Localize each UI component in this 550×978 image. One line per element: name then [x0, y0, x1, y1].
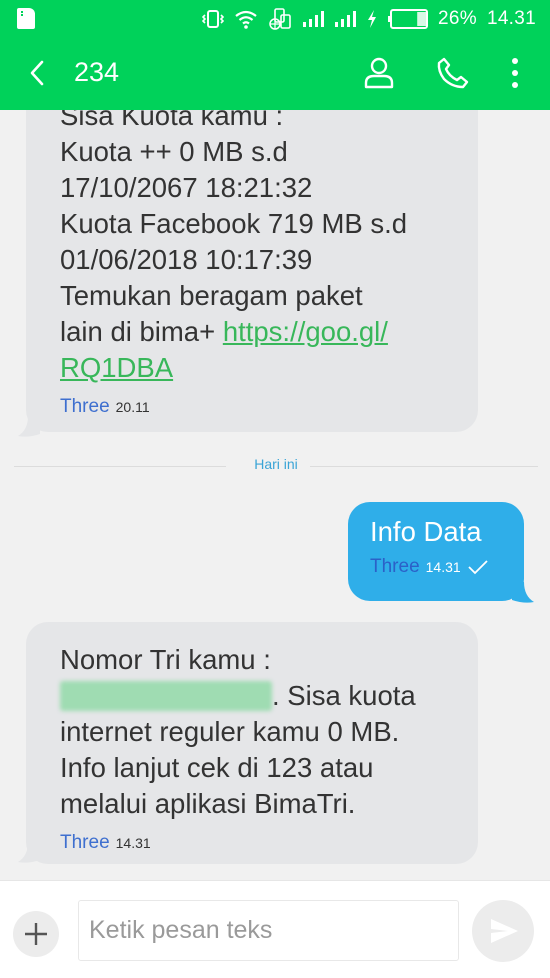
message-composer [0, 880, 550, 978]
message-input[interactable] [78, 900, 459, 961]
status-icons: 26% 14.31 [202, 5, 536, 33]
message-time: 14.31 [425, 559, 461, 575]
send-button[interactable] [472, 900, 534, 962]
app-header: 26% 14.31 234 [0, 0, 550, 110]
conversation-title: 234 [74, 57, 120, 87]
more-options-button[interactable] [505, 56, 525, 90]
message-list[interactable]: Sisa Kuota kamu : Kuota ++ 0 MB s.d 17/1… [0, 110, 550, 880]
divider-line [310, 466, 538, 467]
add-attachment-button[interactable] [13, 911, 59, 957]
vibrate-icon [202, 10, 225, 28]
message-text: Nomor Tri kamu : . Sisa kuota internet r… [60, 644, 416, 819]
sd-card-icon [17, 8, 35, 29]
date-divider-label: Hari ini [254, 456, 298, 472]
status-bar: 26% 14.31 [0, 0, 550, 38]
battery-icon [388, 9, 429, 29]
signal-sim2-icon [335, 11, 357, 27]
more-vertical-icon [512, 58, 518, 88]
message-link[interactable]: https://goo.gl/ [223, 316, 388, 347]
message-meta: Three 20.11 [60, 396, 478, 418]
battery-percent: 26% [438, 8, 477, 29]
conversation-toolbar: 234 [0, 46, 550, 102]
dual-sim-icon [269, 8, 291, 30]
message-link-continued[interactable]: RQ1DBA [60, 352, 173, 383]
message-time: 20.11 [115, 399, 150, 415]
date-divider: Hari ini [14, 456, 538, 476]
message-meta: Three 14.31 [60, 832, 478, 854]
message-bubble-outgoing[interactable]: Info Data Three 14.31 [348, 502, 524, 601]
check-icon [468, 560, 488, 575]
sim-label: Three [60, 396, 110, 417]
status-time: 14.31 [486, 8, 536, 29]
sim-label: Three [370, 556, 420, 577]
chevron-left-icon [30, 60, 44, 86]
back-button[interactable] [24, 58, 54, 88]
phone-icon [437, 57, 469, 89]
message-text: Info Data [370, 516, 482, 547]
wifi-icon [235, 10, 257, 29]
call-button[interactable] [436, 56, 470, 90]
message-bubble-incoming[interactable]: Nomor Tri kamu : . Sisa kuota internet r… [26, 622, 478, 864]
contact-button[interactable] [362, 56, 396, 90]
message-text: Sisa Kuota kamu : Kuota ++ 0 MB s.d 17/1… [60, 110, 408, 383]
message-bubble-incoming[interactable]: Sisa Kuota kamu : Kuota ++ 0 MB s.d 17/1… [26, 110, 478, 432]
sim-label: Three [60, 832, 110, 853]
charging-icon [368, 10, 377, 28]
send-icon [491, 919, 518, 943]
plus-icon [25, 923, 47, 945]
signal-sim1-icon [303, 11, 325, 27]
redacted-phone-number [60, 681, 272, 711]
person-icon [364, 57, 394, 89]
message-meta: Three 14.31 [370, 556, 524, 578]
message-time: 14.31 [115, 835, 151, 851]
